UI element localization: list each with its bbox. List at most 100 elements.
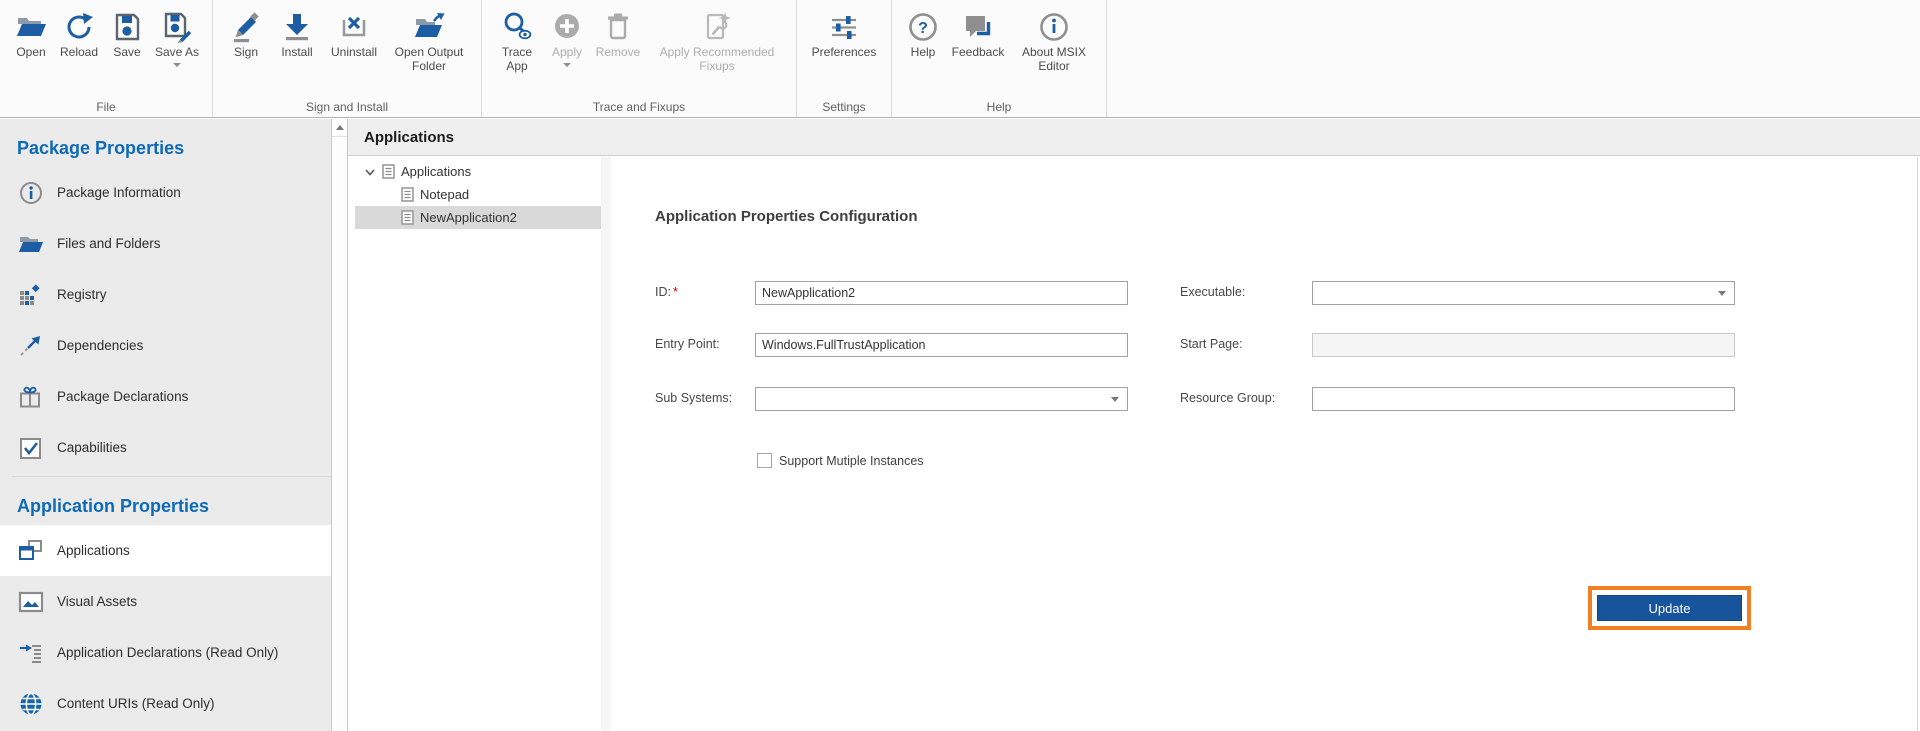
feedback-button[interactable]: Feedback: [946, 6, 1010, 60]
tree-root-applications[interactable]: Applications: [355, 160, 603, 183]
entry-point-input[interactable]: [755, 333, 1128, 357]
save-as-button[interactable]: Save As: [150, 6, 204, 67]
support-multiple-instances-row: Support Mutiple Instances: [757, 453, 924, 468]
tree-node-label: NewApplication2: [420, 210, 517, 225]
ribbon-group-sign-install-label: Sign and Install: [213, 100, 481, 114]
sidebar-divider: [12, 476, 331, 477]
open-output-folder-button-label: Open Output Folder: [385, 46, 473, 73]
entry-point-label: Entry Point:: [655, 337, 720, 351]
sidebar-item-package-declarations[interactable]: Package Declarations: [0, 371, 331, 422]
support-multiple-instances-checkbox[interactable]: [757, 453, 772, 468]
trace-app-icon: [501, 10, 533, 43]
open-button-label: Open: [16, 46, 45, 60]
id-label: ID:*: [655, 285, 678, 299]
help-button[interactable]: ? Help: [900, 6, 946, 60]
save-button[interactable]: Save: [104, 6, 150, 60]
tree-item-notepad[interactable]: Notepad: [355, 183, 603, 206]
scrollbar-up-arrow[interactable]: [332, 119, 347, 137]
sidebar-item-application-declarations[interactable]: Application Declarations (Read Only): [0, 627, 331, 678]
document-icon: [401, 210, 415, 225]
svg-text:?: ?: [918, 20, 928, 37]
reload-button[interactable]: Reload: [54, 6, 104, 60]
about-msix-editor-button-label: About MSIX Editor: [1010, 46, 1098, 73]
sidebar-item-label: Content URIs (Read Only): [57, 696, 215, 711]
visual-assets-icon: [18, 589, 44, 615]
dependencies-icon: [18, 333, 44, 359]
ribbon-group-settings-label: Settings: [797, 100, 891, 114]
save-icon: [111, 10, 143, 43]
registry-icon: [18, 282, 44, 308]
sidebar-item-applications[interactable]: Applications: [0, 525, 331, 576]
uninstall-button-label: Uninstall: [331, 46, 377, 60]
feedback-button-label: Feedback: [952, 46, 1005, 60]
open-folder-icon: [15, 10, 47, 43]
install-button-label: Install: [281, 46, 312, 60]
apply-button: Apply: [544, 6, 590, 67]
main-content: Applications Applications Notepad NewApp…: [348, 119, 1920, 731]
application-properties-form: Application Properties Configuration ID:…: [611, 157, 1917, 731]
executable-combobox[interactable]: [1312, 281, 1735, 305]
ribbon-group-file-label: File: [0, 100, 212, 114]
preferences-sliders-icon: [828, 10, 860, 43]
sidebar-item-visual-assets[interactable]: Visual Assets: [0, 576, 331, 627]
install-arrow-icon: [281, 10, 313, 43]
install-button[interactable]: Install: [271, 6, 323, 60]
sidebar-item-label: Package Information: [57, 185, 181, 200]
open-output-folder-button[interactable]: Open Output Folder: [385, 6, 473, 73]
chevron-down-icon: [364, 166, 376, 178]
sidebar-item-registry[interactable]: Registry: [0, 269, 331, 320]
save-button-label: Save: [113, 46, 140, 60]
navigation-sidebar: Package Properties Package Information F…: [0, 119, 331, 731]
sidebar-item-files-and-folders[interactable]: Files and Folders: [0, 218, 331, 269]
sidebar-scrollbar[interactable]: [331, 119, 348, 731]
form-title: Application Properties Configuration: [655, 208, 918, 225]
applications-tree: Applications Notepad NewApplication2: [355, 160, 603, 229]
apply-plus-icon: [551, 10, 583, 43]
open-button[interactable]: Open: [8, 6, 54, 60]
sign-button[interactable]: Sign: [221, 6, 271, 60]
about-info-icon: [1038, 10, 1070, 43]
combo-arrow-icon: [1718, 291, 1726, 296]
applications-icon: [18, 538, 44, 564]
feedback-icon: [962, 10, 994, 43]
tree-node-label: Applications: [401, 164, 471, 179]
update-button-highlight: Update: [1588, 586, 1751, 630]
about-msix-editor-button[interactable]: About MSIX Editor: [1010, 6, 1098, 73]
sidebar-item-package-information[interactable]: Package Information: [0, 167, 331, 218]
sign-button-label: Sign: [234, 46, 258, 60]
files-and-folders-icon: [18, 231, 44, 257]
sidebar-item-dependencies[interactable]: Dependencies: [0, 320, 331, 371]
sidebar-item-label: Dependencies: [57, 338, 143, 353]
sidebar-item-content-uris[interactable]: Content URIs (Read Only): [0, 678, 331, 729]
apply-recommended-fixups-button-label: Apply Recommended Fixups: [646, 46, 788, 73]
update-button[interactable]: Update: [1597, 595, 1742, 621]
help-button-label: Help: [911, 46, 936, 60]
sidebar-item-label: Package Declarations: [57, 389, 188, 404]
remove-trash-icon: [602, 10, 634, 43]
panel-splitter[interactable]: [601, 157, 611, 731]
sidebar-item-capabilities[interactable]: Capabilities: [0, 422, 331, 473]
ribbon-group-trace-fixups: Trace App Apply Remove Apply Recommend: [482, 0, 797, 117]
tree-item-newapplication2[interactable]: NewApplication2: [355, 206, 603, 229]
recommended-fixups-icon: [701, 10, 733, 43]
resource-group-input[interactable]: [1312, 387, 1735, 411]
required-asterisk: *: [673, 285, 678, 299]
sub-systems-combobox[interactable]: [755, 387, 1128, 411]
apply-button-label: Apply: [552, 46, 582, 60]
panel-right-border: [1917, 157, 1918, 731]
remove-button: Remove: [590, 6, 646, 60]
sidebar-item-label: Applications: [57, 543, 130, 558]
help-icon: ?: [907, 10, 939, 43]
reload-icon: [63, 10, 95, 43]
id-input[interactable]: [755, 281, 1128, 305]
ribbon-group-trace-fixups-label: Trace and Fixups: [482, 100, 796, 114]
document-icon: [382, 164, 396, 179]
sub-systems-label: Sub Systems:: [655, 391, 732, 405]
preferences-button[interactable]: Preferences: [805, 6, 883, 60]
msix-editor-window: Open Reload Save Save As: [0, 0, 1920, 731]
document-icon: [401, 187, 415, 202]
uninstall-button[interactable]: Uninstall: [323, 6, 385, 60]
application-declarations-icon: [18, 640, 44, 666]
save-as-button-label: Save As: [155, 46, 199, 60]
trace-app-button[interactable]: Trace App: [490, 6, 544, 73]
